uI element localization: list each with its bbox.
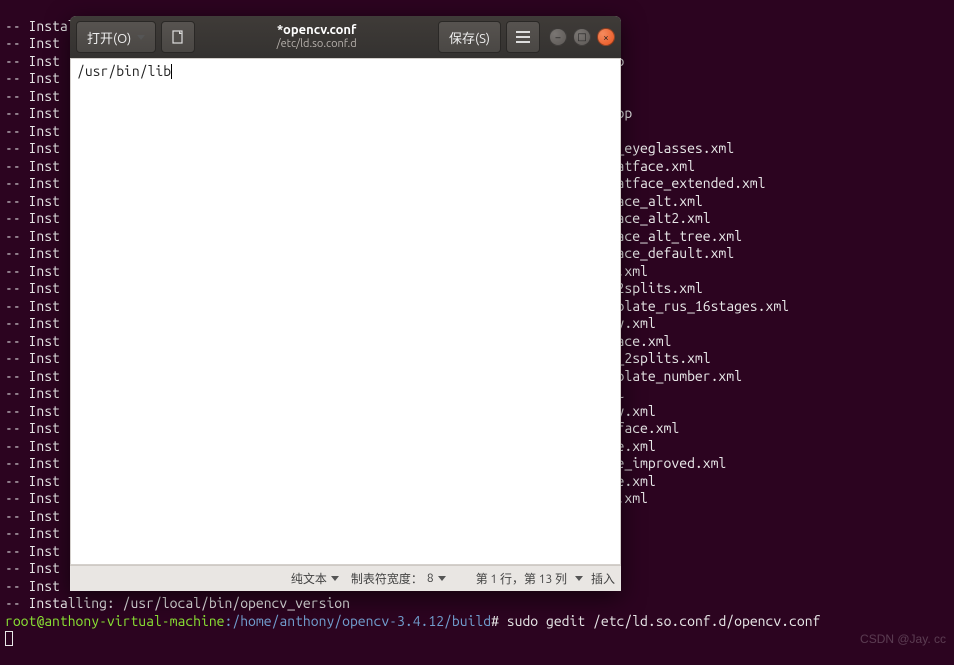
- chevron-down-icon: [438, 576, 446, 581]
- tabwidth-value: 8: [427, 572, 434, 585]
- window-controls: – □ ×: [549, 28, 615, 46]
- open-button[interactable]: 打开(O): [76, 21, 156, 53]
- file-name: *opencv.conf: [200, 23, 433, 37]
- terminal-command[interactable]: sudo gedit /etc/ld.so.conf.d/opencv.conf: [507, 613, 821, 629]
- gedit-window: 打开(O) *opencv.conf /etc/ld.so.conf.d 保存(…: [70, 16, 621, 591]
- menu-button[interactable]: [506, 21, 540, 53]
- syntax-label: 纯文本: [291, 570, 327, 587]
- prompt-symbol: #: [491, 613, 499, 629]
- tabwidth-label: 制表符宽度：: [351, 570, 423, 587]
- save-button[interactable]: 保存(S): [438, 21, 501, 53]
- close-button[interactable]: ×: [597, 28, 615, 46]
- tabwidth-selector[interactable]: 制表符宽度： 8: [347, 570, 450, 587]
- terminal-cursor: [5, 631, 13, 646]
- hamburger-icon: [516, 31, 530, 43]
- editor-content: /usr/bin/lib: [77, 63, 171, 79]
- watermark: CSDN @Jay. cc: [860, 632, 946, 646]
- file-path: /etc/ld.so.conf.d: [200, 37, 433, 51]
- syntax-selector[interactable]: 纯文本: [287, 570, 343, 587]
- minimize-button[interactable]: –: [549, 28, 567, 46]
- title-area: *opencv.conf /etc/ld.so.conf.d: [200, 23, 433, 51]
- insert-mode: 插入: [591, 570, 615, 587]
- prompt-user: root@anthony-virtual-machine: [5, 613, 225, 629]
- chevron-down-icon: [575, 576, 583, 581]
- text-editor[interactable]: /usr/bin/lib: [70, 58, 621, 565]
- chevron-down-icon: [331, 576, 339, 581]
- new-tab-button[interactable]: [161, 21, 195, 53]
- maximize-button[interactable]: □: [573, 28, 591, 46]
- status-bar: 纯文本 制表符宽度： 8 第 1 行，第 13 列 插入: [70, 565, 621, 591]
- new-document-icon: [170, 29, 186, 45]
- open-label: 打开(O): [87, 28, 131, 47]
- titlebar[interactable]: 打开(O) *opencv.conf /etc/ld.so.conf.d 保存(…: [70, 16, 621, 58]
- prompt-path: :/home/anthony/opencv-3.4.12/build: [225, 613, 492, 629]
- editor-cursor: [171, 64, 172, 79]
- chevron-down-icon: [137, 35, 145, 40]
- cursor-position: 第 1 行，第 13 列: [476, 570, 567, 587]
- position-menu[interactable]: [571, 576, 587, 581]
